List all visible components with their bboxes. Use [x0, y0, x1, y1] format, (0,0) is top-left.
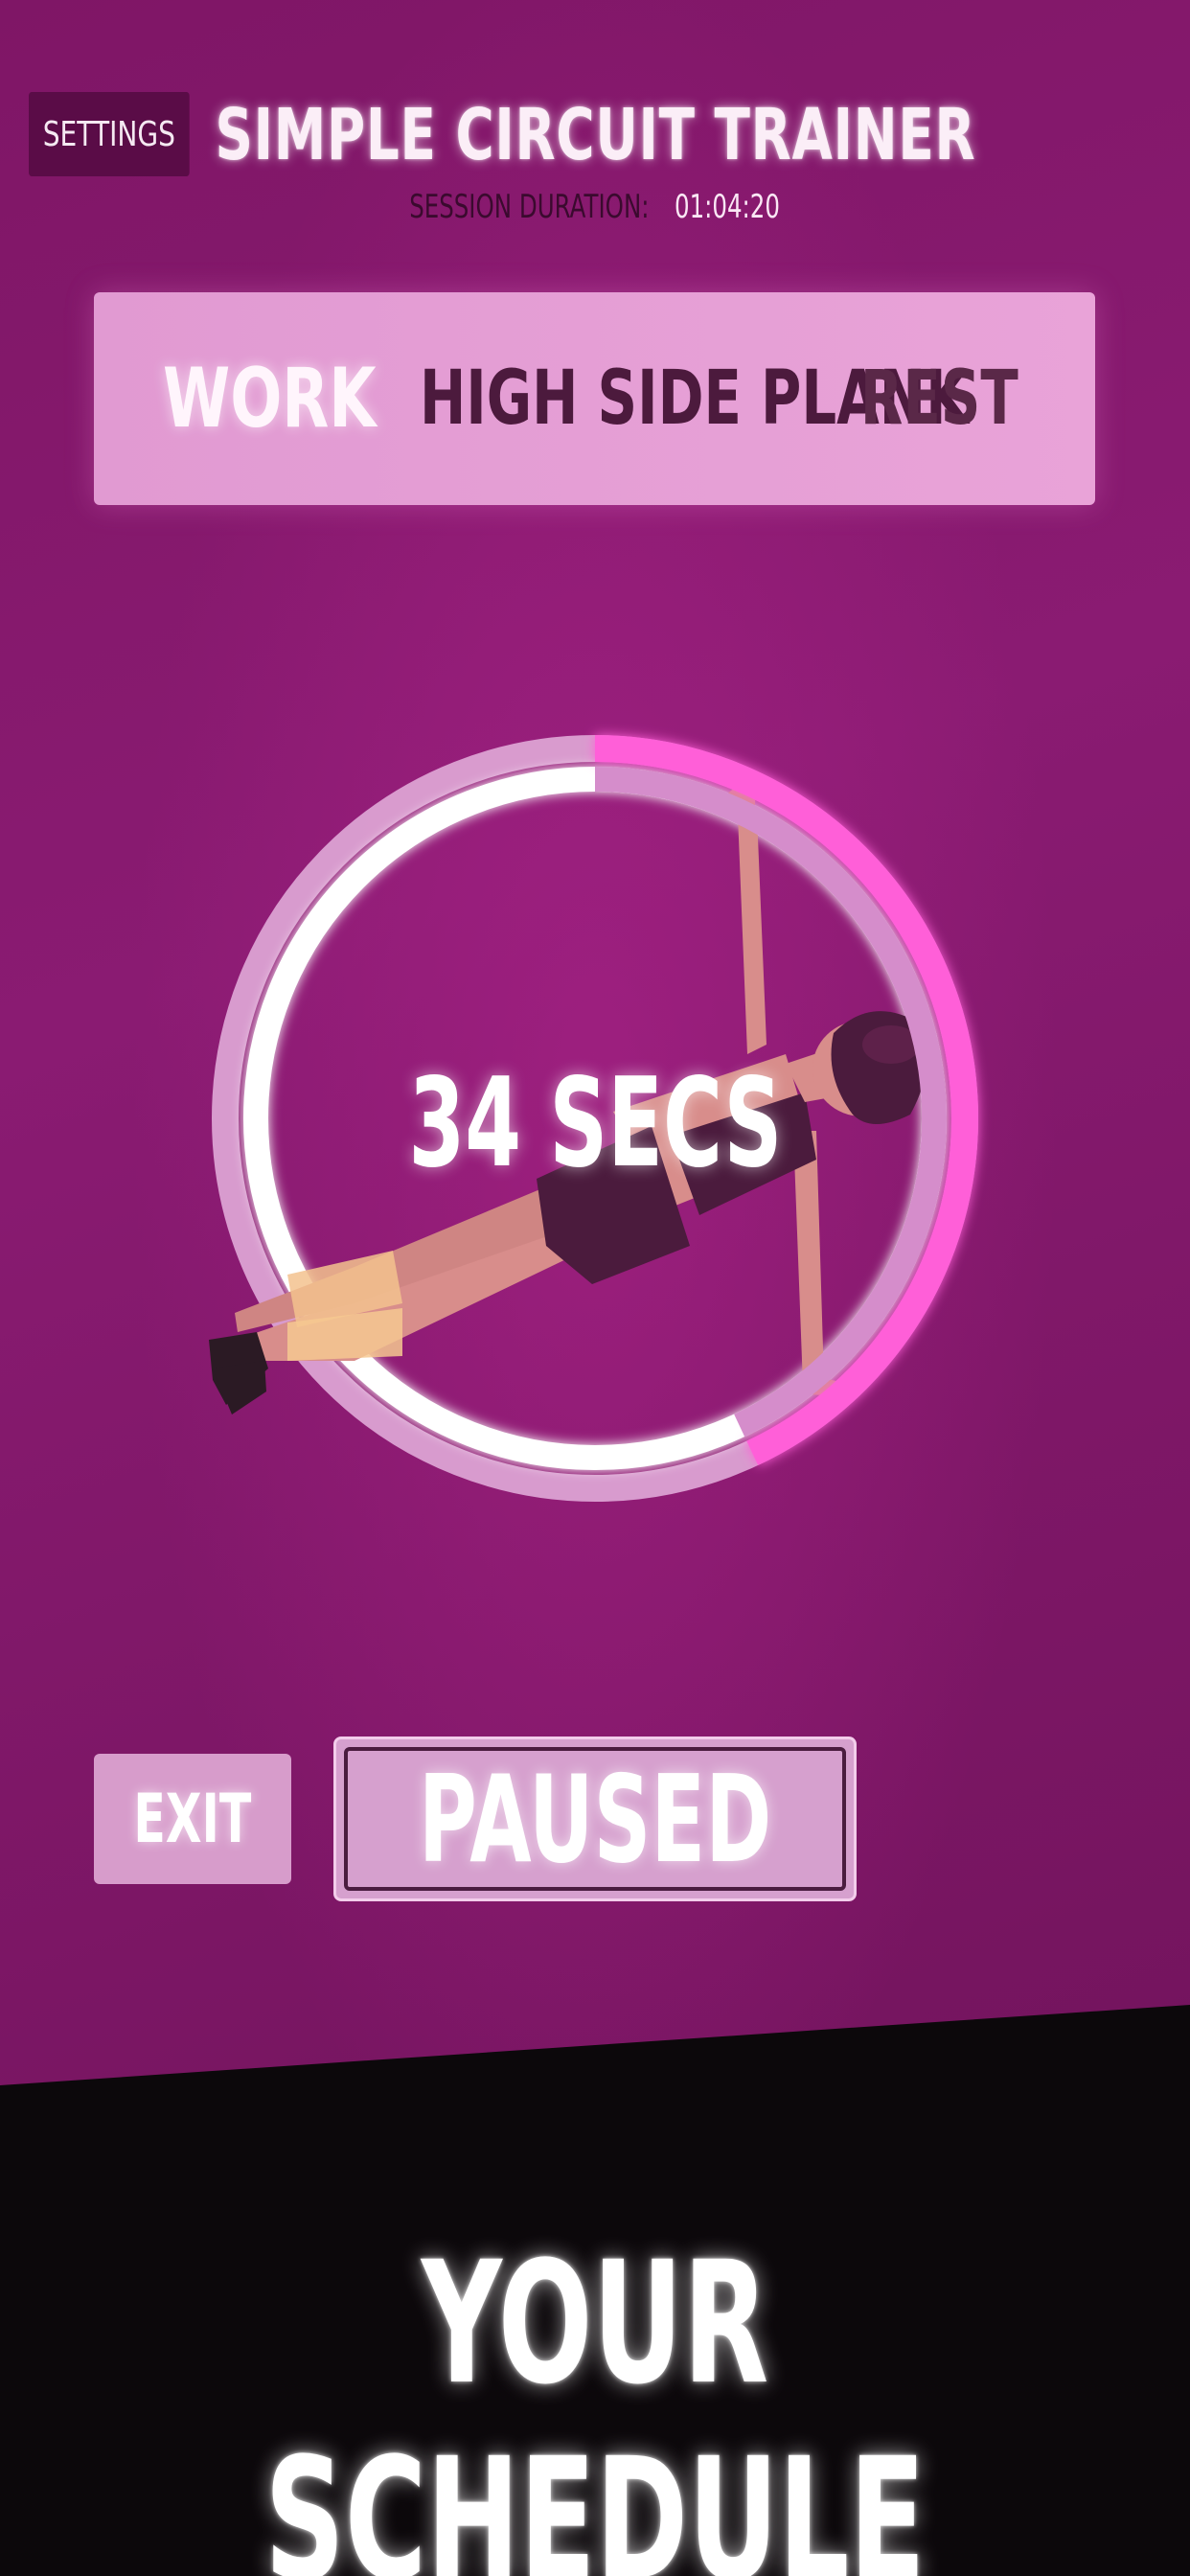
- pause-toggle-button[interactable]: PAUSED: [333, 1736, 857, 1901]
- exit-label: EXIT: [133, 1780, 252, 1858]
- timer-countdown-text: 34 SECS: [408, 1052, 782, 1195]
- timer-ring: [0, 735, 1190, 2576]
- footer-caption-text: YOUR SCHEDULE: [264, 2225, 926, 2576]
- footer-caption: YOUR SCHEDULE: [0, 2225, 1190, 2576]
- workout-screen: SETTINGS SIMPLE CIRCUIT TRAINER SESSION …: [0, 0, 1190, 2576]
- exit-button[interactable]: EXIT: [94, 1754, 291, 1884]
- timer-countdown: 34 SECS: [0, 1052, 1190, 1195]
- pause-label: PAUSED: [418, 1748, 772, 1890]
